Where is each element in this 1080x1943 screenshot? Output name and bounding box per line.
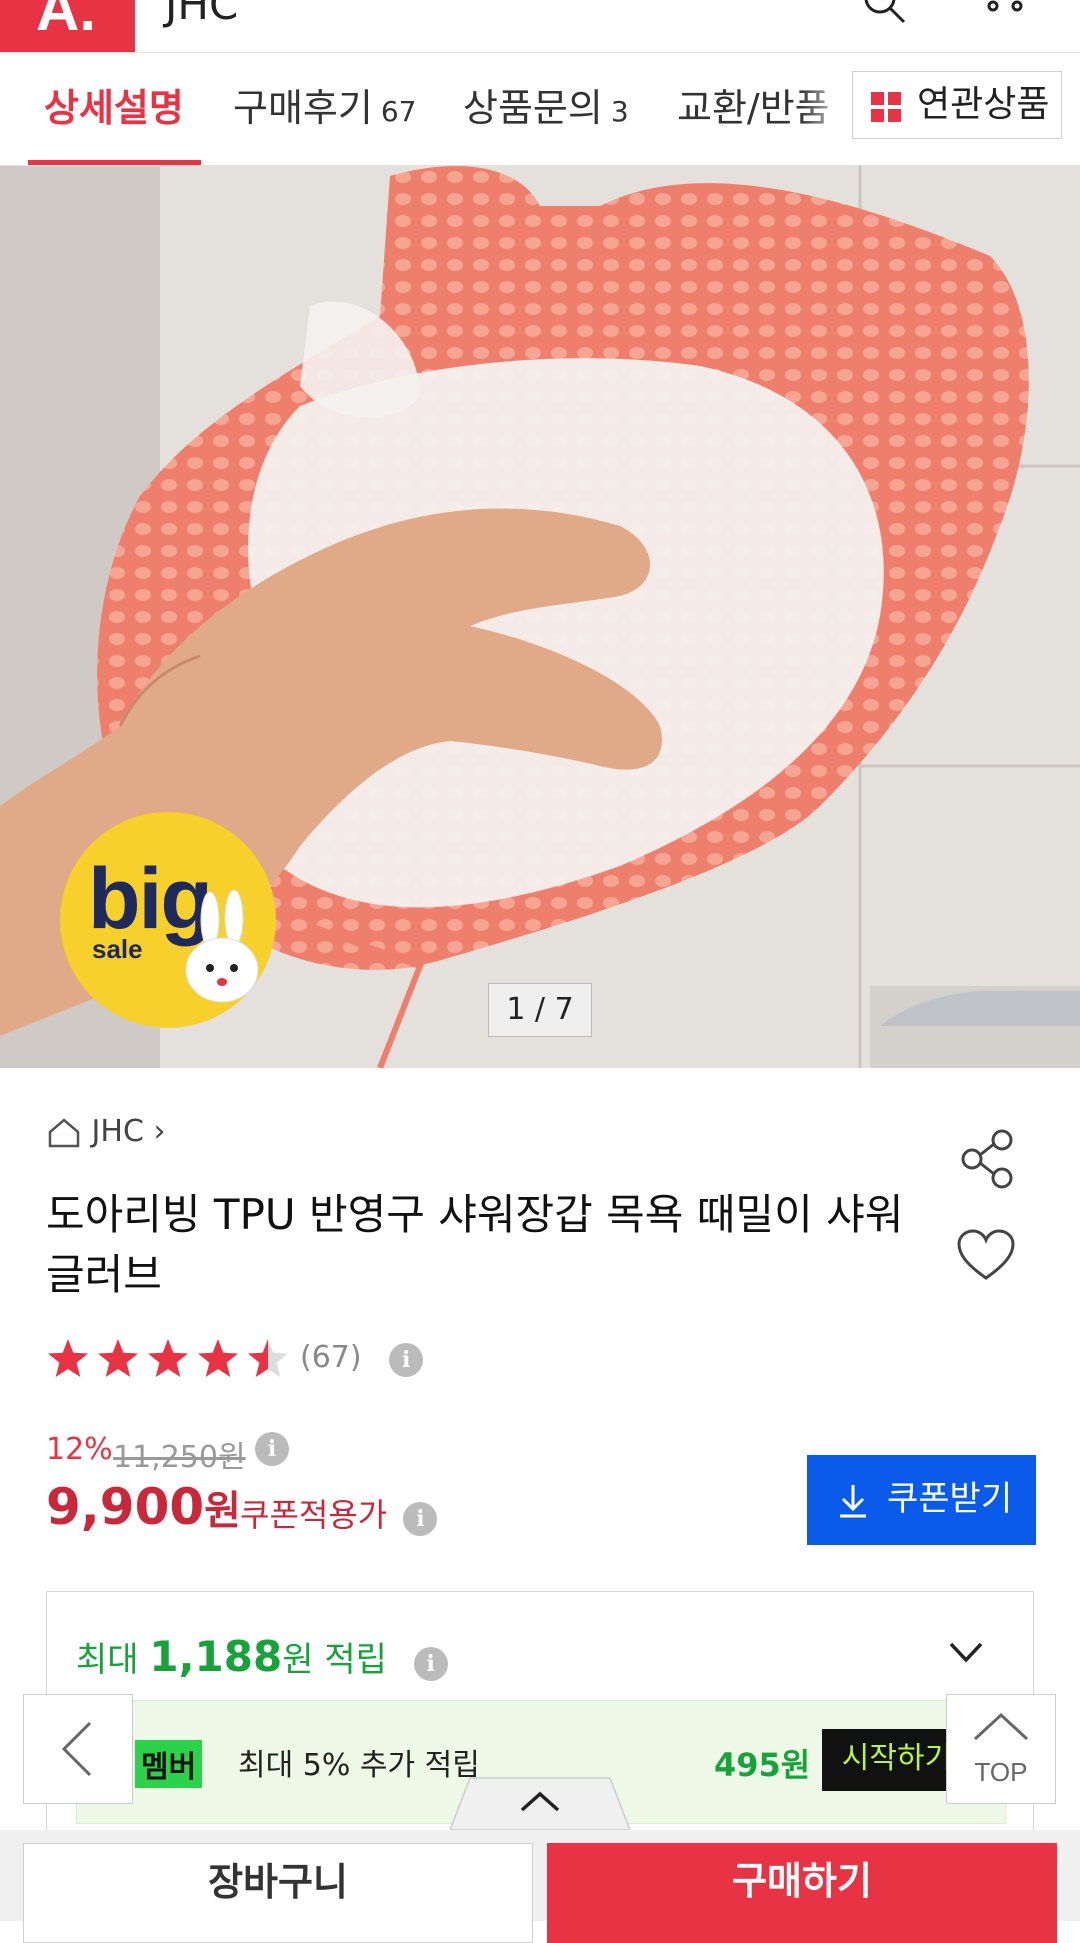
info-icon[interactable]: i	[255, 1432, 289, 1466]
related-products-label: 연관상품	[917, 84, 1050, 125]
buy-now-button[interactable]: 구매하기	[547, 1843, 1057, 1943]
original-price-text: 11,250원	[113, 1440, 246, 1475]
points-unit: 원	[282, 1640, 314, 1680]
member-extra-points: 최대 5% 추가 적립	[238, 1748, 480, 1783]
review-count-text: (67)	[300, 1340, 362, 1375]
chevron-left-icon	[61, 1721, 92, 1777]
search-icon[interactable]	[860, 0, 908, 26]
brand-link[interactable]: JHC ›	[46, 1113, 165, 1149]
top-header	[0, 0, 1080, 53]
prev-button[interactable]	[23, 1694, 133, 1804]
star-icon	[148, 1339, 188, 1377]
member-tag: 멤버	[135, 1740, 203, 1788]
chevron-down-icon[interactable]	[948, 1640, 984, 1664]
info-icon[interactable]: i	[403, 1502, 438, 1536]
tab-reviews[interactable]: 구매후기 67	[233, 53, 416, 165]
tab-label: 상품문의	[463, 86, 603, 130]
top-label: TOP	[974, 1757, 1028, 1787]
share-icon[interactable]	[958, 1128, 1016, 1190]
home-icon	[48, 1117, 80, 1147]
cart-icon[interactable]	[985, 0, 1025, 18]
add-to-cart-button[interactable]: 장바구니	[23, 1843, 533, 1943]
sale-price: 9,900원	[46, 1478, 241, 1536]
grid-icon	[871, 92, 901, 122]
brand-name: JHC	[91, 1114, 144, 1149]
scroll-top-button[interactable]: TOP	[946, 1694, 1056, 1804]
tab-count: 3	[610, 95, 629, 128]
review-count[interactable]: (67) i	[300, 1340, 424, 1377]
points-amount: 1,188	[149, 1632, 283, 1681]
active-tab-indicator	[28, 160, 201, 165]
tab-fade	[800, 53, 852, 165]
star-icon	[248, 1339, 288, 1377]
heart-icon[interactable]	[956, 1228, 1016, 1282]
coupon-price-label: 쿠폰적용가 i	[240, 1490, 438, 1536]
points-suffix: 적립	[324, 1640, 387, 1680]
price-unit: 원	[204, 1488, 241, 1534]
logo-text: A.	[36, 0, 96, 43]
discount-rate: 12%	[46, 1432, 113, 1467]
original-price: 11,250원	[113, 1432, 246, 1476]
star-icon	[198, 1339, 238, 1377]
coupon-price-text: 쿠폰적용가	[240, 1496, 388, 1534]
points-prefix: 최대	[76, 1640, 139, 1680]
related-products-button[interactable]: 연관상품	[852, 71, 1062, 139]
member-points-amount: 495원	[714, 1746, 811, 1784]
chevron-right-icon: ›	[153, 1114, 166, 1149]
max-points: 최대 1,188원 적립 i	[76, 1632, 448, 1681]
expand-drawer-handle[interactable]	[450, 1774, 630, 1830]
download-arrow-icon	[840, 1485, 866, 1518]
info-icon[interactable]: i	[389, 1343, 424, 1377]
tab-inquiries[interactable]: 상품문의 3	[463, 53, 629, 165]
product-title: 도아리빙 TPU 반영구 샤워장갑 목욕 때밀이 샤워글러브	[46, 1190, 904, 1299]
app-logo[interactable]: A.	[0, 0, 135, 52]
image-counter: 1 / 7	[488, 983, 592, 1037]
get-coupon-button[interactable]: 쿠폰받기	[807, 1455, 1036, 1545]
tab-label: 상세설명	[44, 86, 184, 130]
tab-count: 67	[380, 95, 417, 128]
bunny-mascot-icon	[185, 890, 259, 1003]
tab-label: 구매후기	[233, 86, 373, 130]
rating-stars	[48, 1339, 288, 1377]
tab-description[interactable]: 상세설명	[44, 53, 184, 165]
chevron-up-icon	[973, 1712, 1029, 1741]
info-icon[interactable]: i	[413, 1647, 448, 1681]
price-value: 9,900	[46, 1478, 205, 1536]
get-coupon-label: 쿠폰받기	[887, 1479, 1013, 1519]
header-title: JHC	[165, 0, 239, 29]
badge-sale-text: sale	[92, 934, 143, 964]
star-icon	[48, 1339, 88, 1377]
star-icon	[98, 1339, 138, 1377]
